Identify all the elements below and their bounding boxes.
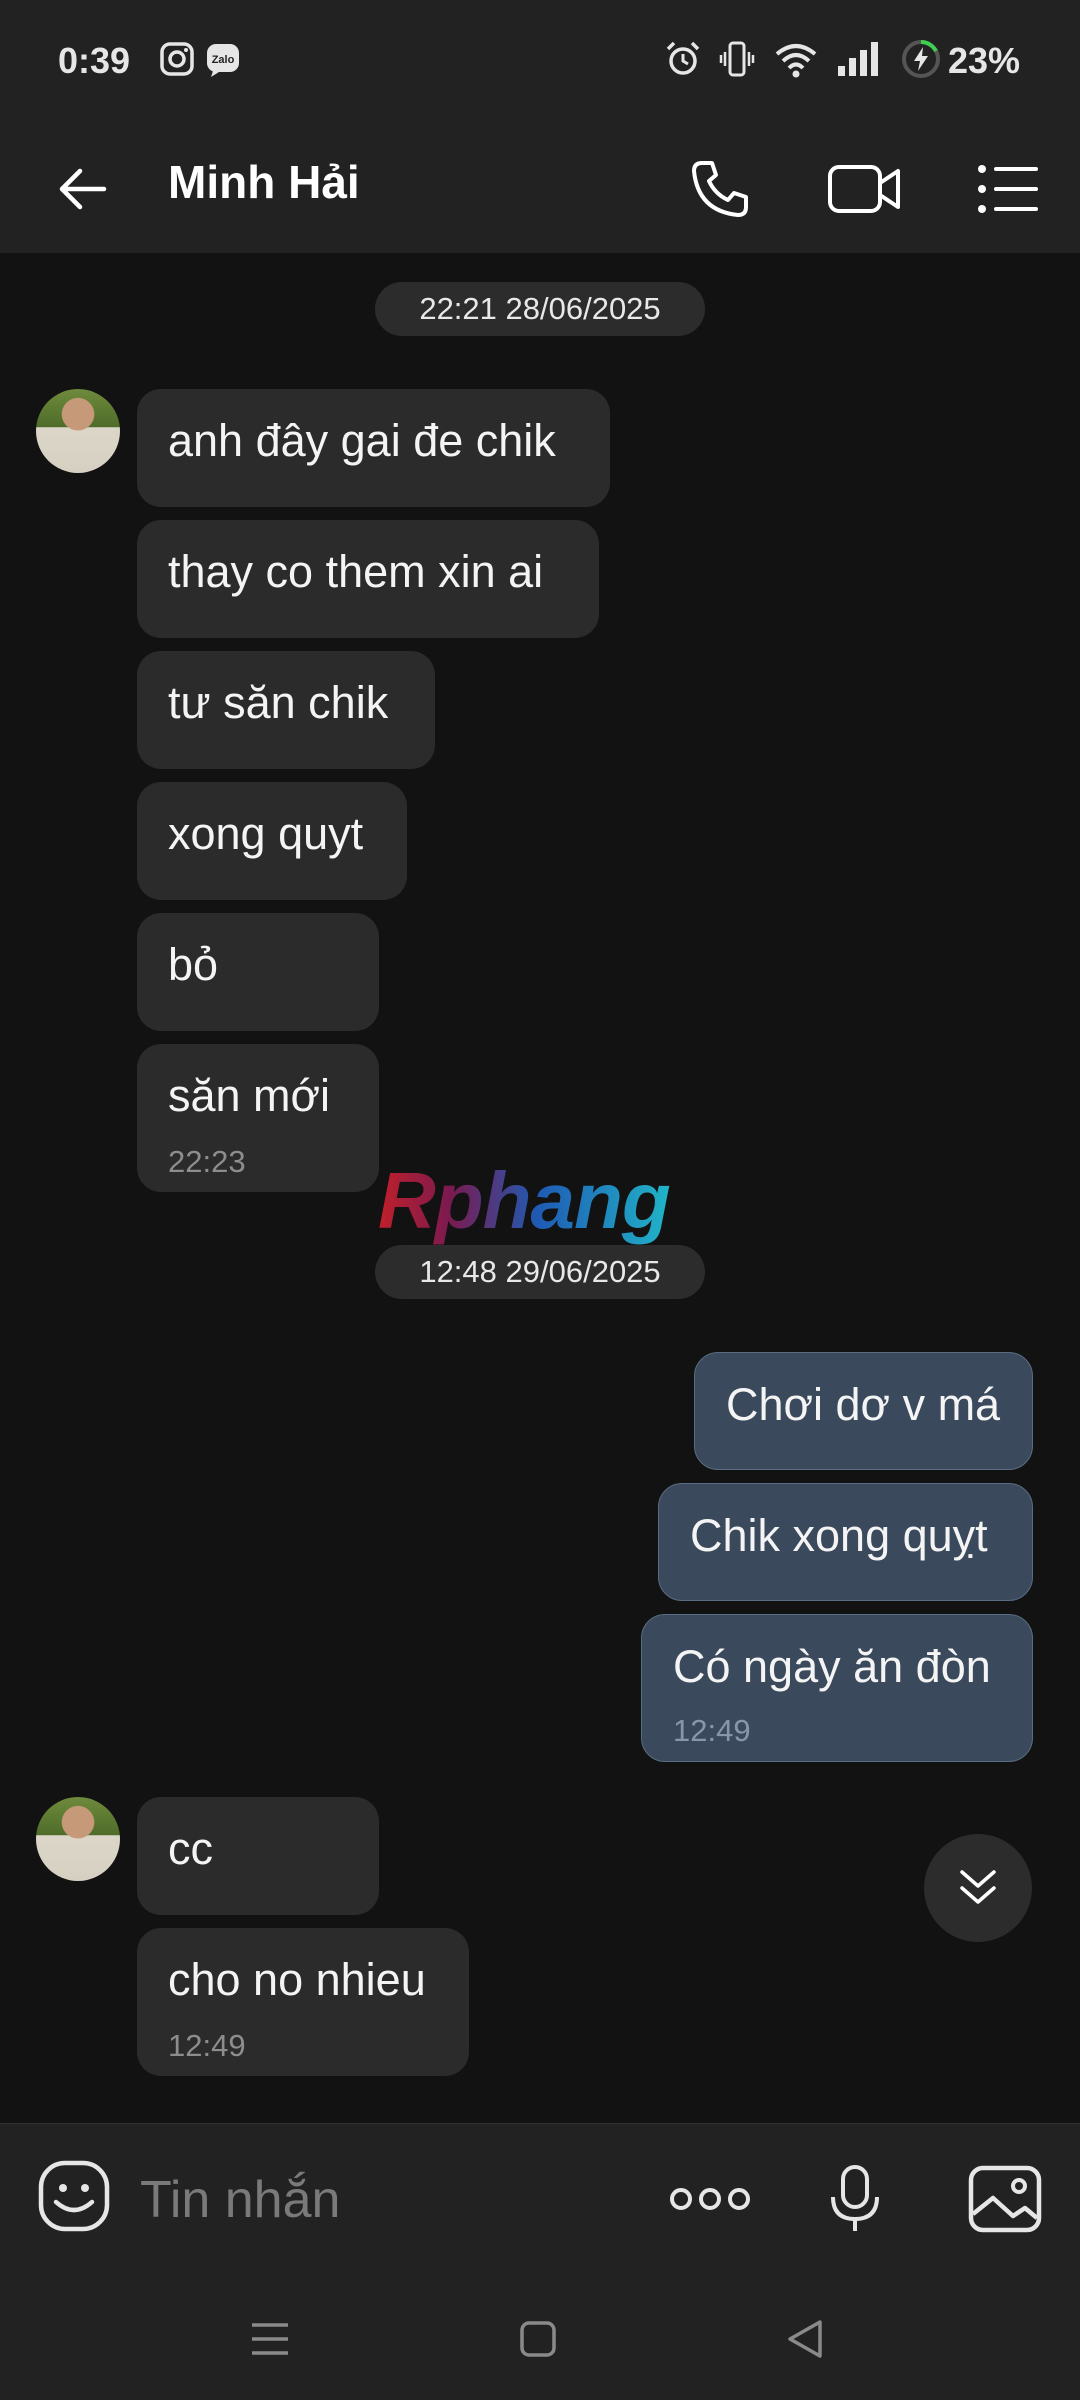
message-bubble[interactable]: săn mới 22:23 — [137, 1044, 379, 1192]
recents-menu-icon — [252, 2323, 288, 2355]
phone-icon — [692, 161, 748, 217]
message-text: tư săn chik — [168, 677, 389, 728]
message-text: Chơi dơ v má — [726, 1379, 1001, 1430]
image-gallery-icon — [968, 2165, 1042, 2233]
signal-icon — [838, 42, 878, 76]
message-bubble[interactable]: thay co them xin ai — [137, 520, 599, 638]
message-bubble[interactable]: bỏ — [137, 913, 379, 1031]
message-time: 12:49 — [168, 2028, 246, 2063]
vibrate-icon — [719, 41, 755, 77]
message-time: 22:23 — [168, 1144, 246, 1179]
back-button[interactable] — [40, 147, 124, 231]
message-bubble[interactable]: Chơi dơ v má — [694, 1352, 1033, 1470]
svg-text:Zalo: Zalo — [212, 54, 235, 66]
message-time: 12:49 — [673, 1713, 751, 1748]
chat-header: Minh Hải — [0, 125, 1080, 253]
message-bubble[interactable]: Có ngày ăn đòn 12:49 — [641, 1614, 1033, 1762]
message-text: Có ngày ăn đòn — [673, 1641, 991, 1692]
message-bubble[interactable]: anh đây gai đe chik — [137, 389, 610, 507]
contact-avatar[interactable] — [36, 1797, 120, 1881]
date-separator: 22:21 28/06/2025 — [375, 282, 705, 336]
message-bubble[interactable]: cc — [137, 1797, 379, 1915]
voice-call-button[interactable] — [678, 147, 762, 231]
alarm-icon — [666, 41, 700, 75]
double-chevron-down-icon — [960, 1870, 996, 1904]
message-text: bỏ — [168, 939, 219, 990]
date-separator: 12:48 29/06/2025 — [375, 1245, 705, 1299]
message-text: thay co them xin ai — [168, 546, 544, 597]
wifi-icon — [775, 44, 817, 78]
options-menu-button[interactable] — [966, 147, 1050, 231]
battery-charging-icon — [902, 40, 940, 78]
message-text: cho no nhieu — [168, 1954, 426, 2005]
message-text: xong quyt — [168, 808, 364, 859]
contact-avatar[interactable] — [36, 389, 120, 473]
back-triangle-icon — [788, 2320, 822, 2358]
message-text: Chik xong quỵt — [690, 1510, 988, 1561]
watermark-logo: Rphang — [378, 1156, 671, 1245]
status-bar: 0:39 Zalo 23% — [0, 0, 1080, 125]
message-bubble[interactable]: xong quyt — [137, 782, 407, 900]
system-navigation-bar — [0, 2278, 1080, 2400]
message-bubble[interactable]: Chik xong quỵt — [658, 1483, 1033, 1601]
send-image-button[interactable] — [960, 2154, 1050, 2244]
back-arrow-icon — [59, 168, 107, 210]
contact-name[interactable]: Minh Hải — [168, 155, 360, 209]
emoji-sticker-icon[interactable] — [36, 2158, 112, 2234]
scroll-to-bottom-button[interactable] — [924, 1834, 1032, 1942]
more-dots-icon — [670, 2188, 750, 2210]
home-button[interactable] — [503, 2304, 573, 2374]
video-call-button[interactable] — [822, 147, 906, 231]
instagram-icon — [160, 42, 194, 76]
message-text: cc — [168, 1823, 213, 1874]
microphone-icon — [831, 2165, 879, 2231]
status-time: 0:39 — [58, 40, 131, 81]
voice-message-button[interactable] — [810, 2154, 900, 2244]
message-bubble[interactable]: cho no nhieu 12:49 — [137, 1928, 469, 2076]
home-square-icon — [520, 2321, 556, 2357]
recents-button[interactable] — [235, 2304, 305, 2374]
message-text: anh đây gai đe chik — [168, 415, 556, 466]
message-text: săn mới — [168, 1070, 331, 1121]
menu-list-icon — [978, 165, 1038, 213]
more-options-button[interactable] — [660, 2154, 760, 2244]
battery-percent: 23% — [948, 40, 1021, 81]
message-composer — [0, 2123, 1080, 2279]
message-bubble[interactable]: tư săn chik — [137, 651, 435, 769]
zalo-icon: Zalo — [207, 44, 239, 77]
message-input[interactable] — [138, 2164, 622, 2236]
back-nav-button[interactable] — [770, 2304, 840, 2374]
video-call-icon — [828, 165, 900, 213]
